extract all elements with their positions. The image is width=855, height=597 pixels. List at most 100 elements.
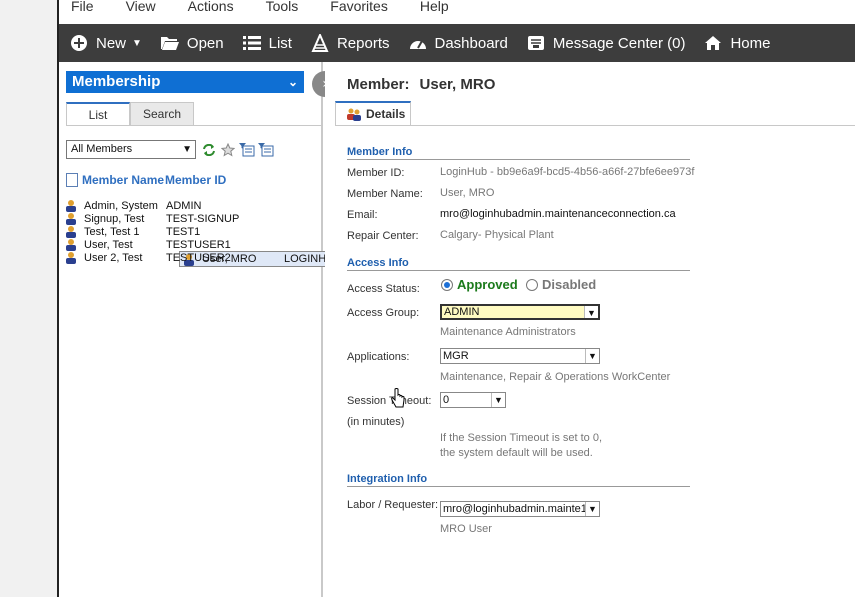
module-select-value: Membership [72,73,161,90]
member-filter-select[interactable]: All Members ▼ [66,140,196,159]
repair-center-label: Repair Center: [347,230,419,242]
message-center-label: Message Center (0) [552,34,686,52]
dashboard-label: Dashboard [434,34,508,52]
list-button[interactable]: List [242,33,292,53]
approved-radio[interactable]: Approved [441,277,518,292]
home-icon [703,33,723,53]
dashboard-button[interactable]: Dashboard [408,33,508,53]
member-id: TESTUSER2 [166,251,231,264]
member-id: TEST-SIGNUP [166,212,240,225]
session-timeout-select[interactable]: 0 ▼ [440,392,506,408]
labor-requester-select[interactable]: mro@loginhubadmin.mainte1 ▼ [440,501,600,517]
chevron-down-icon: ▼ [584,306,598,318]
member-id: ADMIN [166,199,202,212]
chevron-down-icon: ▼ [132,37,142,49]
member-name: Test, Test 1 [84,225,140,238]
labor-requester-desc: MRO User [440,523,492,535]
list-item[interactable]: Admin, System ADMIN [64,199,323,212]
message-center-button[interactable]: Message Center (0) [526,33,686,53]
member-id-value: LoginHub - bb9e6a9f-bcd5-4b56-a66f-27bfe… [440,166,695,178]
access-group-value: ADMIN [444,306,480,318]
filter-list-icon[interactable] [239,142,255,158]
reports-label: Reports [336,34,390,52]
section-access-info: Access Info [347,257,690,271]
member-name-value: User, MRO [440,187,495,199]
labor-requester-label: Labor / Requester: [347,499,439,511]
member-name-label: Member Name: [347,188,423,200]
member-name: User, Test [84,238,133,251]
applications-select[interactable]: MGR ▼ [440,348,600,364]
new-label: New [96,34,127,52]
tab-details[interactable]: Details [335,101,411,126]
title-label: Member: [347,76,410,93]
member-filter-value: All Members [71,143,133,155]
menu-favorites[interactable]: Favorites [318,0,388,13]
open-label: Open [186,34,224,52]
list-item[interactable]: Signup, Test TEST-SIGNUP [64,212,323,225]
session-timeout-value: 0 [443,394,450,406]
chevron-down-icon: ▼ [182,144,192,155]
user-icon [66,239,76,251]
filter-toolbar [201,142,274,158]
tab-list[interactable]: List [66,102,130,126]
access-group-select[interactable]: ADMIN ▼ [440,304,600,320]
session-note-1: If the Session Timeout is set to 0, [440,432,603,444]
main-toolbar: New ▼ Open List Reports Dashboard Messag… [59,24,855,62]
access-status-label: Access Status: [347,283,420,295]
session-timeout-sublabel: (in minutes) [347,416,405,428]
session-note-2: the system default will be used. [440,447,593,459]
chevron-down-icon: ▼ [585,502,599,516]
chevron-down-icon: ⌄ [287,75,298,89]
menu-actions[interactable]: Actions [176,0,234,13]
tab-details-label: Details [366,107,406,121]
user-icon [66,213,76,225]
column-member-name[interactable]: Member Name [82,173,165,187]
tab-search[interactable]: Search [130,102,194,126]
new-button[interactable]: New ▼ [69,33,142,53]
app-window: File View Actions Tools Favorites Help N… [57,0,855,597]
reports-icon [310,33,330,53]
column-member-id[interactable]: Member ID [165,173,226,187]
star-icon[interactable] [220,142,236,158]
gauge-icon [408,33,428,53]
refresh-icon[interactable] [201,142,217,158]
menu-bar: File View Actions Tools Favorites Help [59,0,855,24]
background-strip [0,0,57,597]
member-name: Signup, Test [84,212,145,225]
list-item[interactable]: User 2, Test TESTUSER2 [64,251,323,264]
menu-help[interactable]: Help [408,0,449,13]
list-label: List [268,34,292,52]
member-id: TEST1 [166,225,201,238]
title-value: User, MRO [419,76,496,93]
disabled-radio[interactable]: Disabled [526,277,596,292]
email-label: Email: [347,209,378,221]
email-value: mro@loginhubadmin.maintenanceconnection.… [440,208,676,220]
reports-button[interactable]: Reports [310,33,390,53]
list-column-headers: Member Name Member ID [66,173,226,187]
radio-unselected-icon [526,278,538,291]
menu-tools[interactable]: Tools [254,0,299,13]
menu-file[interactable]: File [59,0,94,13]
list-item[interactable]: User, Test TESTUSER1 [64,238,323,251]
member-list: Admin, System ADMIN Signup, Test TEST-SI… [64,199,457,267]
filter-edit-icon[interactable] [258,142,274,158]
section-integration-info: Integration Info [347,473,690,487]
tab-divider [66,125,323,126]
folder-open-icon [160,33,180,53]
left-panel: Membership ⌄ List Search All Members ▼ M… [59,62,457,597]
access-group-desc: Maintenance Administrators [440,326,576,338]
access-group-label: Access Group: [347,307,420,319]
user-icon [66,226,76,238]
approved-label: Approved [457,277,518,292]
member-detail-panel: Member: User, MRO Details Member Info Mem… [325,62,855,597]
open-button[interactable]: Open [160,33,224,53]
applications-value: MGR [443,350,469,362]
plus-circle-icon [69,33,89,53]
menu-view[interactable]: View [114,0,156,13]
module-select[interactable]: Membership ⌄ [66,71,304,93]
home-button[interactable]: Home [703,33,770,53]
list-item[interactable]: Test, Test 1 TEST1 [64,225,323,238]
member-id: TESTUSER1 [166,238,231,251]
home-label: Home [730,34,771,52]
repair-center-value: Calgary- Physical Plant [440,229,554,241]
